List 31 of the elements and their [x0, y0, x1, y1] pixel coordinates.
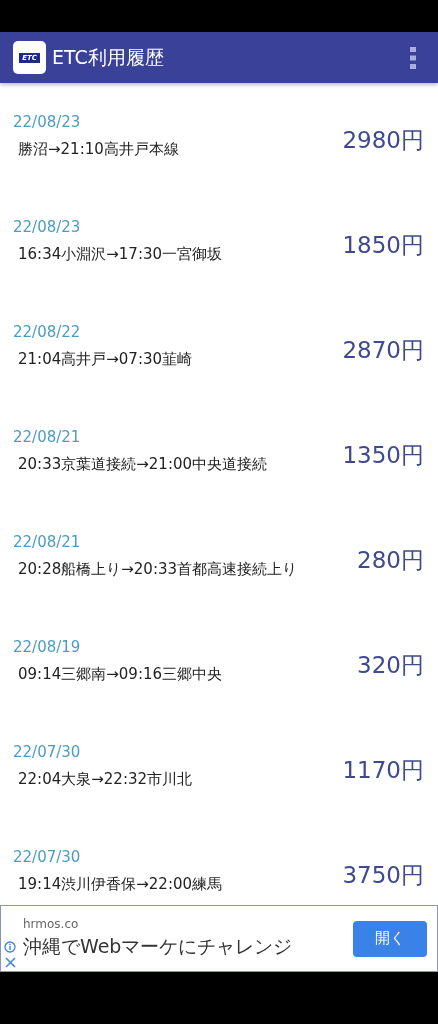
history-price: 2870円: [342, 336, 424, 365]
history-date: 22/07/30: [13, 743, 82, 761]
history-price: 1350円: [342, 441, 424, 470]
history-route: 21:04高井戸→07:30韮崎: [18, 350, 193, 369]
more-icon[interactable]: [410, 46, 416, 69]
app-title: ETC利用履歴: [52, 44, 165, 70]
ad-domain: hrmos.co: [23, 917, 80, 931]
history-date: 22/07/30: [13, 848, 82, 866]
history-date: 22/08/21: [13, 533, 82, 551]
history-price: 1850円: [342, 231, 424, 260]
history-price: 1170円: [342, 756, 424, 785]
history-date: 22/08/23: [13, 218, 82, 236]
history-date: 22/08/22: [13, 323, 82, 341]
ad-headline: 沖縄でWebマーケにチャレンジ: [23, 934, 294, 959]
info-icon[interactable]: [4, 941, 16, 953]
history-price: 320円: [357, 651, 424, 680]
history-route: 20:33京葉道接続→21:00中央道接続: [18, 455, 268, 474]
history-price: 280円: [357, 546, 424, 575]
history-date: 22/08/23: [13, 113, 82, 131]
history-date: 22/08/21: [13, 428, 82, 446]
history-route: 22:04大泉→22:32市川北: [18, 770, 193, 789]
history-route: 20:28船橋上り→20:33首都高速接続上り: [18, 560, 298, 579]
history-date: 22/08/19: [13, 638, 82, 656]
history-price: 2980円: [342, 126, 424, 155]
history-route: 19:14渋川伊香保→22:00練馬: [18, 875, 223, 894]
history-price: 3750円: [342, 861, 424, 890]
history-route: 09:14三郷南→09:16三郷中央: [18, 665, 223, 684]
close-icon[interactable]: [4, 957, 16, 968]
open-button[interactable]: 開く: [353, 920, 427, 957]
history-route: 勝沼→21:10高井戸本線: [18, 140, 179, 159]
history-route: 16:34小淵沢→17:30一宮御坂: [18, 245, 223, 264]
